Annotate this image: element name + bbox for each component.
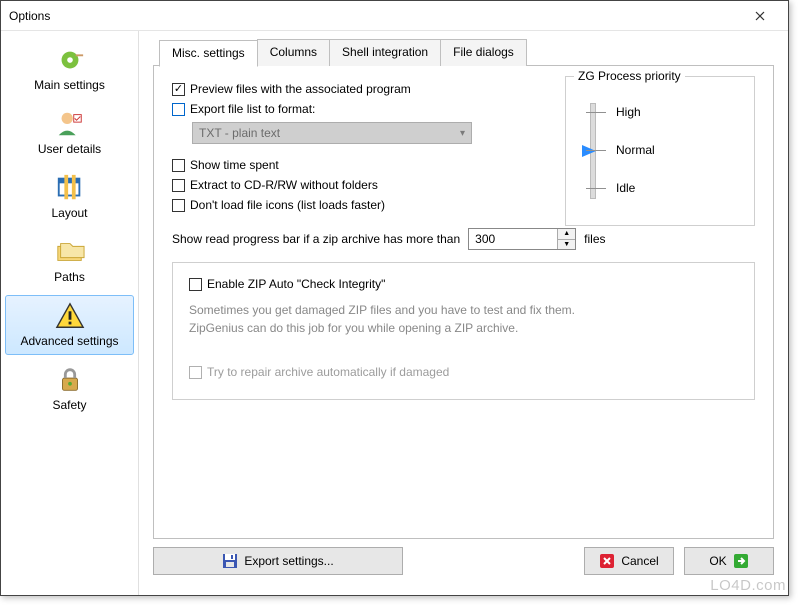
close-icon xyxy=(755,11,765,21)
integrity-panel: Enable ZIP Auto "Check Integrity" Someti… xyxy=(172,262,755,400)
checkbox-box xyxy=(172,159,185,172)
checkbox-show-time[interactable]: Show time spent xyxy=(172,158,279,172)
integrity-description: Sometimes you get damaged ZIP files and … xyxy=(189,301,738,337)
priority-idle[interactable]: Idle xyxy=(586,181,742,195)
close-button[interactable] xyxy=(740,2,780,30)
sidebar-item-paths[interactable]: Paths xyxy=(5,231,134,291)
checkbox-export-filelist[interactable]: Export file list to format: xyxy=(172,102,315,116)
spinner-down[interactable]: ▼ xyxy=(558,240,575,250)
checkbox-label: Preview files with the associated progra… xyxy=(190,82,411,96)
checkbox-enable-integrity[interactable]: Enable ZIP Auto "Check Integrity" xyxy=(189,277,738,291)
ok-arrow-icon xyxy=(733,553,749,569)
titlebar: Options xyxy=(1,1,788,31)
sidebar-item-label: User details xyxy=(38,142,101,156)
checkbox-label: Export file list to format: xyxy=(190,102,315,116)
checkbox-auto-repair: Try to repair archive automatically if d… xyxy=(189,365,449,379)
sidebar-item-label: Advanced settings xyxy=(20,334,118,348)
spinner-up[interactable]: ▲ xyxy=(558,229,575,240)
sidebar-item-label: Main settings xyxy=(34,78,105,92)
tab-misc-settings[interactable]: Misc. settings xyxy=(159,40,258,67)
tick-mark xyxy=(586,150,606,151)
tabstrip: Misc. settings Columns Shell integration… xyxy=(159,39,774,66)
ok-button[interactable]: OK xyxy=(684,547,774,575)
export-settings-button[interactable]: Export settings... xyxy=(153,547,403,575)
chevron-down-icon: ▾ xyxy=(460,128,465,139)
sidebar: Main settings User details Layout Paths xyxy=(1,31,139,595)
tab-columns[interactable]: Columns xyxy=(257,39,330,66)
folder-icon xyxy=(54,236,86,268)
gear-icon xyxy=(54,44,86,76)
sidebar-item-label: Safety xyxy=(52,398,86,412)
checkbox-label: Try to repair archive automatically if d… xyxy=(207,365,449,379)
priority-label: Normal xyxy=(616,143,655,157)
progress-label-post: files xyxy=(584,232,605,246)
progress-threshold-input[interactable] xyxy=(469,229,557,249)
priority-high[interactable]: High xyxy=(586,105,742,119)
priority-fieldset: ZG Process priority High Normal xyxy=(565,76,755,226)
checkbox-box xyxy=(189,278,202,291)
format-combo[interactable]: TXT - plain text ▾ xyxy=(192,122,472,144)
checkbox-box xyxy=(189,366,202,379)
checkbox-box xyxy=(172,103,185,116)
checkbox-label: Extract to CD-R/RW without folders xyxy=(190,178,378,192)
sidebar-item-main-settings[interactable]: Main settings xyxy=(5,39,134,99)
progress-threshold-row: Show read progress bar if a zip archive … xyxy=(172,228,755,250)
tick-mark xyxy=(586,112,606,113)
checkbox-label: Show time spent xyxy=(190,158,279,172)
checkbox-preview-files[interactable]: ✓ Preview files with the associated prog… xyxy=(172,82,411,96)
sidebar-item-advanced-settings[interactable]: Advanced settings xyxy=(5,295,134,355)
sidebar-item-label: Paths xyxy=(54,270,85,284)
sidebar-item-safety[interactable]: Safety xyxy=(5,359,134,419)
priority-legend: ZG Process priority xyxy=(574,69,685,83)
checkbox-extract-cd[interactable]: Extract to CD-R/RW without folders xyxy=(172,178,378,192)
options-window: Options Main settings User details xyxy=(0,0,789,596)
sidebar-item-layout[interactable]: Layout xyxy=(5,167,134,227)
checkbox-label: Don't load file icons (list loads faster… xyxy=(190,198,385,212)
priority-normal[interactable]: Normal xyxy=(586,143,742,157)
tick-mark xyxy=(586,188,606,189)
tab-file-dialogs[interactable]: File dialogs xyxy=(440,39,527,66)
tab-panel-misc: ZG Process priority High Normal xyxy=(153,65,774,539)
combo-value: TXT - plain text xyxy=(199,126,280,140)
content-area: Main settings User details Layout Paths xyxy=(1,31,788,595)
checkbox-no-icons[interactable]: Don't load file icons (list loads faster… xyxy=(172,198,385,212)
progress-threshold-spinner[interactable]: ▲ ▼ xyxy=(468,228,576,250)
button-label: Cancel xyxy=(621,554,658,568)
tab-shell-integration[interactable]: Shell integration xyxy=(329,39,441,66)
checkbox-box xyxy=(172,199,185,212)
main-panel: Misc. settings Columns Shell integration… xyxy=(139,31,788,595)
cancel-icon xyxy=(599,553,615,569)
warning-icon xyxy=(54,300,86,332)
dialog-button-row: Export settings... Cancel OK xyxy=(153,539,774,587)
cancel-button[interactable]: Cancel xyxy=(584,547,674,575)
sidebar-item-user-details[interactable]: User details xyxy=(5,103,134,163)
progress-label-pre: Show read progress bar if a zip archive … xyxy=(172,232,460,246)
button-label: OK xyxy=(709,554,726,568)
layout-icon xyxy=(54,172,86,204)
sidebar-item-label: Layout xyxy=(51,206,87,220)
button-label: Export settings... xyxy=(244,554,333,568)
checkbox-label: Enable ZIP Auto "Check Integrity" xyxy=(207,277,385,291)
user-icon xyxy=(54,108,86,140)
lock-icon xyxy=(54,364,86,396)
priority-slider-thumb[interactable] xyxy=(582,145,596,157)
checkbox-box xyxy=(172,179,185,192)
priority-label: Idle xyxy=(616,181,635,195)
save-icon xyxy=(222,553,238,569)
checkbox-box: ✓ xyxy=(172,83,185,96)
priority-label: High xyxy=(616,105,641,119)
window-title: Options xyxy=(9,9,740,23)
